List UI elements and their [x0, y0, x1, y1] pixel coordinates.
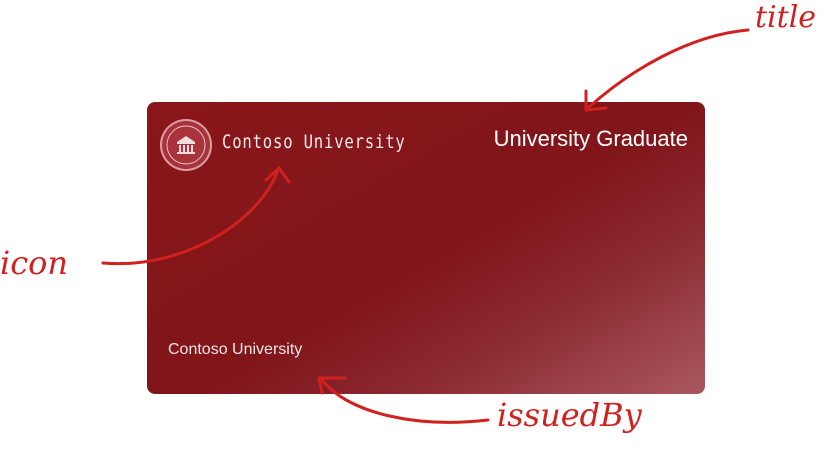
title-annotation-label: title [755, 0, 817, 35]
icon-annotation-label: icon [0, 244, 69, 282]
issued-by-annotation-label: issuedBy [497, 396, 642, 434]
annotation-arrows [101, 28, 750, 424]
issued-by-arrow [320, 378, 490, 424]
icon-arrow [101, 168, 280, 266]
title-arrow [586, 28, 750, 110]
